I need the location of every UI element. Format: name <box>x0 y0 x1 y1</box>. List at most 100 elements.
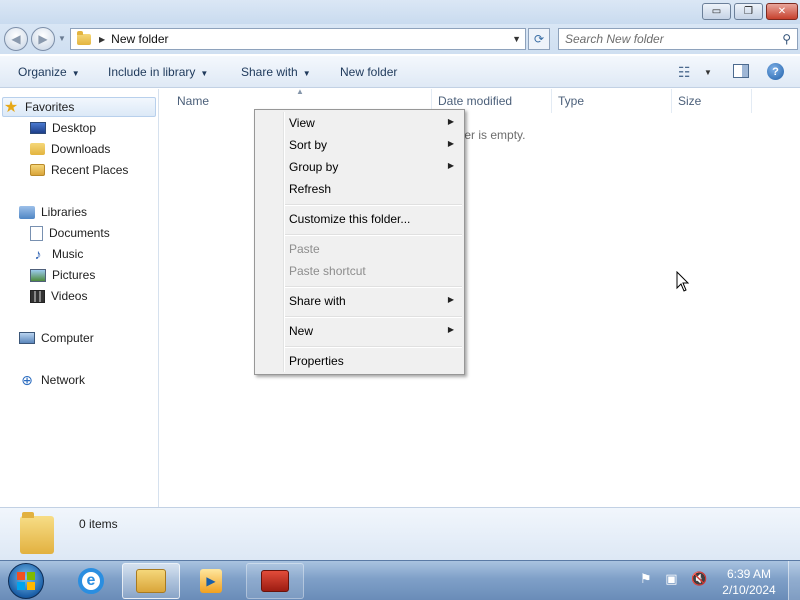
address-row: ◀ ▶ ▼ ▶ New folder ▼ ⟳ ⚲ <box>0 24 800 54</box>
menu-item-new[interactable]: New ▶ <box>257 320 462 342</box>
menu-label: Share with <box>289 294 346 308</box>
close-button[interactable]: ✕ <box>766 3 798 20</box>
menu-item-refresh[interactable]: Refresh <box>257 178 462 200</box>
desktop-icon <box>30 122 46 134</box>
breadcrumb-new-folder[interactable]: New folder <box>111 32 168 46</box>
search-box[interactable]: ⚲ <box>558 28 798 50</box>
nav-label: Libraries <box>41 205 88 219</box>
column-header-date-modified[interactable]: Date modified <box>438 94 512 108</box>
taskbar-toolbox-app[interactable] <box>246 563 304 599</box>
refresh-button[interactable]: ⟳ <box>528 28 550 50</box>
menu-label: View <box>289 116 315 130</box>
search-icon[interactable]: ⚲ <box>782 32 791 46</box>
computer-icon <box>19 332 35 344</box>
column-divider[interactable] <box>551 89 552 113</box>
nav-item-documents[interactable]: Documents <box>30 223 110 243</box>
menu-item-paste: Paste <box>257 238 462 260</box>
new-folder-label: New folder <box>340 65 398 79</box>
windows-explorer-icon <box>136 569 166 593</box>
column-divider[interactable] <box>751 89 752 113</box>
nav-item-network[interactable]: ⊕ Network <box>19 370 85 390</box>
view-options-dropdown-icon[interactable]: ▼ <box>704 68 712 77</box>
menu-separator <box>285 204 462 206</box>
folder-icon <box>77 30 91 45</box>
menu-item-sort-by[interactable]: Sort by ▶ <box>257 134 462 156</box>
menu-item-paste-shortcut: Paste shortcut <box>257 260 462 282</box>
menu-item-group-by[interactable]: Group by ▶ <box>257 156 462 178</box>
column-header-name[interactable]: Name <box>177 94 209 108</box>
include-in-library-button[interactable]: Include in library ▼ <box>108 65 208 79</box>
nav-label: Videos <box>51 289 88 303</box>
menu-item-properties[interactable]: Properties <box>257 350 462 372</box>
nav-item-computer[interactable]: Computer <box>19 328 94 348</box>
show-desktop-button[interactable] <box>788 561 800 600</box>
nav-item-libraries[interactable]: Libraries <box>19 202 87 222</box>
libraries-icon <box>19 205 35 219</box>
network-status-icon[interactable]: ▣ <box>665 571 677 586</box>
help-icon[interactable]: ? <box>767 63 784 80</box>
start-button[interactable] <box>8 563 44 599</box>
preview-pane-icon[interactable] <box>733 64 749 78</box>
title-bar: ▭ ❐ ✕ <box>0 0 800 24</box>
column-header-size[interactable]: Size <box>678 94 701 108</box>
back-arrow-icon: ◀ <box>11 32 21 46</box>
windows-logo-icon <box>17 572 35 590</box>
column-divider[interactable] <box>671 89 672 113</box>
nav-item-pictures[interactable]: Pictures <box>30 265 95 285</box>
minimize-icon: ▭ <box>711 6 722 17</box>
recent-pages-dropdown[interactable]: ▼ <box>58 34 66 43</box>
nav-item-music[interactable]: ♪ Music <box>30 244 84 264</box>
chevron-down-icon: ▼ <box>71 69 80 78</box>
menu-item-customize-folder[interactable]: Customize this folder... <box>257 208 462 230</box>
taskbar-windows-explorer[interactable] <box>122 563 180 599</box>
menu-label: Sort by <box>289 138 328 152</box>
menu-item-view[interactable]: View ▶ <box>257 112 462 134</box>
search-input[interactable] <box>565 29 775 49</box>
address-bar[interactable]: ▶ New folder ▼ <box>70 28 526 50</box>
share-with-label: Share with <box>241 65 298 79</box>
forward-arrow-icon: ▶ <box>38 32 48 46</box>
change-view-icon[interactable]: ☷ <box>678 64 691 81</box>
menu-separator <box>285 346 462 348</box>
nav-item-recent-places[interactable]: Recent Places <box>30 160 128 180</box>
minimize-button[interactable]: ▭ <box>702 3 731 20</box>
network-icon: ⊕ <box>21 371 33 388</box>
submenu-arrow-icon: ▶ <box>447 139 454 148</box>
share-with-button[interactable]: Share with ▼ <box>241 65 311 79</box>
clock[interactable]: 6:39 AM 2/10/2024 <box>716 566 782 598</box>
nav-item-downloads[interactable]: Downloads <box>30 139 110 159</box>
maximize-button[interactable]: ❐ <box>734 3 763 20</box>
media-player-icon: ▶ <box>200 569 222 593</box>
menu-label: Refresh <box>289 182 332 196</box>
menu-item-share-with[interactable]: Share with ▶ <box>257 290 462 312</box>
clock-time: 6:39 AM <box>726 567 772 581</box>
back-button[interactable]: ◀ <box>4 27 28 51</box>
taskbar: e ▶ ⚑ ▣ 🔇 6:39 AM 2/10/2024 <box>0 560 800 600</box>
taskbar-media-player[interactable]: ▶ <box>182 563 240 599</box>
nav-label: Network <box>41 373 86 387</box>
volume-muted-icon[interactable]: 🔇 <box>691 571 707 586</box>
menu-label: New <box>289 324 314 338</box>
mouse-cursor-icon <box>676 271 690 292</box>
downloads-folder-icon <box>30 143 45 155</box>
breadcrumb-arrow-icon[interactable]: ▶ <box>99 35 105 44</box>
nav-item-desktop[interactable]: Desktop <box>30 118 96 138</box>
command-bar: Organize ▼ Include in library ▼ Share with… <box>0 56 800 88</box>
menu-separator <box>285 316 462 318</box>
submenu-arrow-icon: ▶ <box>447 325 454 334</box>
taskbar-internet-explorer[interactable]: e <box>62 563 120 599</box>
forward-button[interactable]: ▶ <box>31 27 55 51</box>
videos-icon <box>30 289 45 303</box>
column-header-type[interactable]: Type <box>558 94 584 108</box>
nav-item-favorites[interactable]: ★ Favorites <box>2 97 156 117</box>
context-menu: View ▶ Sort by ▶ Group by ▶ Refresh Customi… <box>254 109 465 375</box>
new-folder-button[interactable]: New folder <box>340 65 397 79</box>
organize-label: Organize <box>18 65 67 79</box>
organize-button[interactable]: Organize ▼ <box>18 65 80 79</box>
address-dropdown-icon[interactable]: ▼ <box>512 34 521 44</box>
menu-separator <box>285 234 462 236</box>
nav-label: Recent Places <box>51 163 129 177</box>
action-center-flag-icon[interactable]: ⚑ <box>640 571 652 586</box>
nav-label: Desktop <box>52 121 97 135</box>
nav-item-videos[interactable]: Videos <box>30 286 87 306</box>
